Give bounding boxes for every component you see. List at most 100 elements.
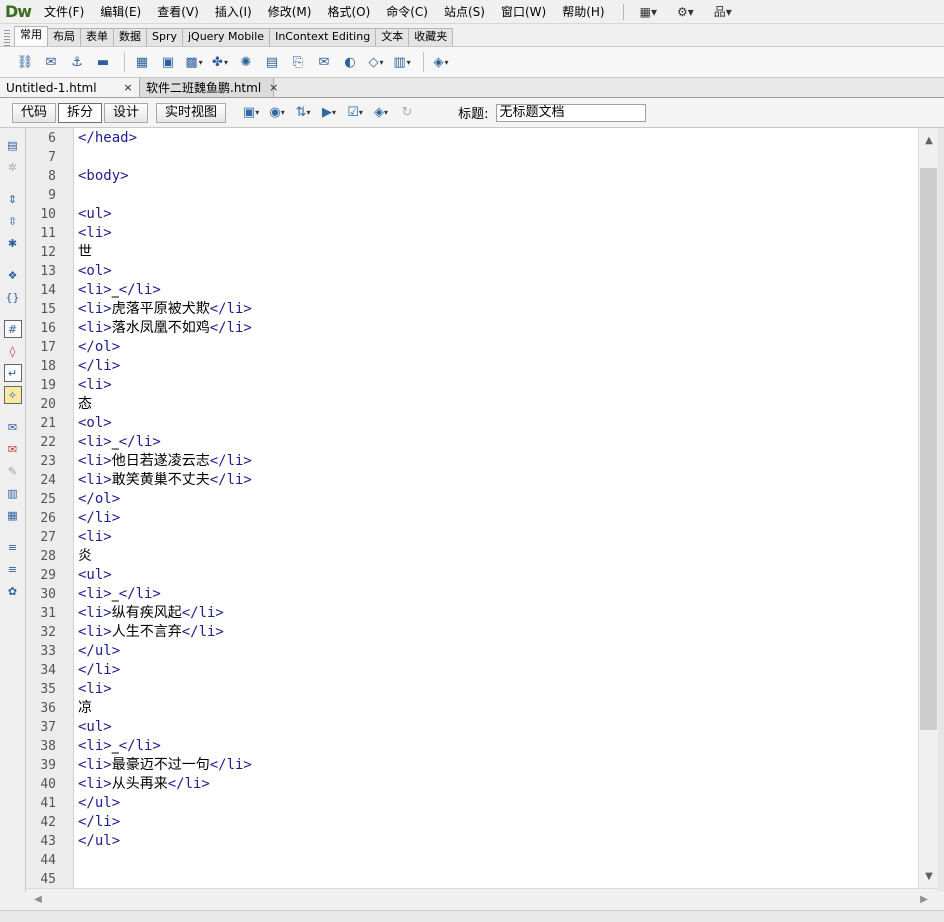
title-input[interactable]: 无标题文档 [496, 103, 647, 122]
site-icon[interactable]: 品▾ [704, 1, 742, 23]
insert-tab-2[interactable]: 表单 [80, 28, 114, 46]
scroll-left-icon[interactable]: ◀ [28, 889, 48, 909]
code-line[interactable]: 22 <li>_</li> [26, 433, 918, 452]
horizontal-scrollbar[interactable]: ◀ ▶ [26, 888, 938, 910]
code-line[interactable]: 20 态 [26, 395, 918, 414]
panel-splitter[interactable] [938, 128, 944, 892]
extensions-icon[interactable]: ⚙▾ [667, 1, 704, 23]
server-side-include-icon[interactable]: ⎘ [287, 51, 309, 73]
widget-icon[interactable]: ✺ [235, 51, 257, 73]
apply-comment-icon[interactable]: ✉ [4, 418, 22, 436]
code-line[interactable]: 32 <li>人生不言弃</li> [26, 623, 918, 642]
line-numbers-icon[interactable]: # [3, 320, 22, 338]
code-line[interactable]: 19 <li> [26, 376, 918, 395]
insert-div-icon[interactable]: ▣ [157, 51, 179, 73]
insert-tab-5[interactable]: jQuery Mobile [182, 28, 271, 46]
refresh-icon[interactable]: ↻ [396, 102, 418, 124]
remove-comment-icon[interactable]: ✉ [4, 440, 22, 458]
code-line[interactable]: 10 <ul> [26, 205, 918, 224]
code-line[interactable]: 43 </ul> [26, 832, 918, 851]
media-icon[interactable]: ✤ [209, 51, 231, 73]
code-line[interactable]: 15 <li>虎落平原被犬欺</li> [26, 300, 918, 319]
validate-icon[interactable]: ☑ [344, 102, 366, 124]
named-anchor-icon[interactable]: ⚓ [66, 51, 88, 73]
preview-browser-icon[interactable]: ◉ [266, 102, 288, 124]
code-line[interactable]: 27 <li> [26, 528, 918, 547]
code-line[interactable]: 42 </li> [26, 813, 918, 832]
split-view-button[interactable]: 拆分 [58, 102, 103, 123]
code-line[interactable]: 44 [26, 851, 918, 870]
code-line[interactable]: 6 </head> [26, 129, 918, 148]
vertical-scrollbar[interactable]: ▲ ▼ [918, 128, 938, 888]
menu-item-5[interactable]: 格式(O) [319, 1, 378, 23]
scroll-up-icon[interactable]: ▲ [919, 130, 939, 150]
show-code-navigator-icon[interactable]: ✲ [4, 158, 22, 176]
insert-tab-7[interactable]: 文本 [375, 28, 410, 46]
menu-item-6[interactable]: 命令(C) [378, 1, 436, 23]
code-line[interactable]: 13 <ol> [26, 262, 918, 281]
menu-item-8[interactable]: 窗口(W) [493, 1, 554, 23]
code-line[interactable]: 37 <ul> [26, 718, 918, 737]
hyperlink-icon[interactable]: ⛓ [14, 51, 36, 73]
code-editor[interactable]: 6 </head> 7 8 <body> 9 10 <ul> 11 <li> 12 世 13 <ol> 14… [26, 128, 918, 888]
layout-switcher-icon[interactable]: ▦▾ [630, 1, 667, 23]
code-line[interactable]: 40 <li>从头再来</li> [26, 775, 918, 794]
table-icon[interactable]: ▦ [131, 51, 153, 73]
file-management-icon[interactable]: ⇅ [292, 102, 314, 124]
code-line[interactable]: 34 </li> [26, 661, 918, 680]
insert-tab-4[interactable]: Spry [146, 28, 183, 46]
comment-icon[interactable]: ✉ [313, 51, 335, 73]
code-line[interactable]: 9 [26, 186, 918, 205]
code-line[interactable]: 41 </ul> [26, 794, 918, 813]
code-line[interactable]: 24 <li>敢笑黄巢不丈夫</li> [26, 471, 918, 490]
email-link-icon[interactable]: ✉ [40, 51, 62, 73]
outdent-code-icon[interactable]: ≡ [4, 560, 22, 578]
document-tab-1[interactable]: 软件二班魏鱼鹏.html × [140, 78, 278, 97]
menu-item-7[interactable]: 站点(S) [436, 1, 493, 23]
code-line[interactable]: 39 <li>最豪迈不过一句</li> [26, 756, 918, 775]
date-icon[interactable]: ▤ [261, 51, 283, 73]
live-view-button[interactable]: 实时视图 [156, 102, 227, 123]
code-line[interactable]: 23 <li>他日若遂凌云志</li> [26, 452, 918, 471]
highlight-invalid-code-icon[interactable]: ◊ [4, 342, 22, 360]
head-icon[interactable]: ◐ [339, 51, 361, 73]
code-line[interactable]: 29 <ul> [26, 566, 918, 585]
select-parent-tag-icon[interactable]: ❖ [4, 266, 22, 284]
menu-item-2[interactable]: 查看(V) [149, 1, 207, 23]
insert-tab-6[interactable]: InContext Editing [269, 28, 377, 46]
horizontal-rule-icon[interactable]: ▬ [92, 51, 114, 73]
vertical-scroll-thumb[interactable] [920, 168, 937, 731]
code-line[interactable]: 26 </li> [26, 509, 918, 528]
insert-tab-0[interactable]: 常用 [14, 26, 48, 46]
tag-chooser-icon[interactable]: ◈ [430, 51, 452, 73]
wrap-tag-icon[interactable]: ✎ [4, 462, 22, 480]
script-icon[interactable]: ◇ [365, 51, 387, 73]
design-view-button[interactable]: 设计 [104, 102, 149, 123]
code-line[interactable]: 35 <li> [26, 680, 918, 699]
insert-tab-8[interactable]: 收藏夹 [408, 28, 454, 46]
insert-tab-3[interactable]: 数据 [113, 28, 147, 46]
debug-icon[interactable]: ▶ [318, 102, 340, 124]
code-view-button[interactable]: 代码 [12, 102, 57, 123]
code-line[interactable]: 45 [26, 870, 918, 888]
code-line[interactable]: 38 <li>_</li> [26, 737, 918, 756]
scroll-right-icon[interactable]: ▶ [914, 889, 934, 909]
menu-item-4[interactable]: 修改(M) [260, 1, 320, 23]
code-line[interactable]: 11 <li> [26, 224, 918, 243]
code-line[interactable]: 18 </li> [26, 357, 918, 376]
code-line[interactable]: 30 <li>_</li> [26, 585, 918, 604]
menu-item-0[interactable]: 文件(F) [36, 1, 92, 23]
code-line[interactable]: 21 <ol> [26, 414, 918, 433]
scroll-down-icon[interactable]: ▼ [919, 866, 939, 886]
open-documents-icon[interactable]: ▤ [4, 136, 22, 154]
close-tab-icon[interactable]: × [269, 79, 278, 97]
panel-grip[interactable] [4, 30, 10, 46]
recent-snippets-icon[interactable]: ▥ [4, 484, 22, 502]
code-line[interactable]: 25 </ol> [26, 490, 918, 509]
indent-code-icon[interactable]: ≡ [4, 538, 22, 556]
code-line[interactable]: 16 <li>落水凤凰不如鸡</li> [26, 319, 918, 338]
word-wrap-icon[interactable]: ↵ [3, 364, 22, 382]
code-line[interactable]: 8 <body> [26, 167, 918, 186]
code-line[interactable]: 33 </ul> [26, 642, 918, 661]
collapse-full-tag-icon[interactable]: ⇕ [4, 190, 22, 208]
